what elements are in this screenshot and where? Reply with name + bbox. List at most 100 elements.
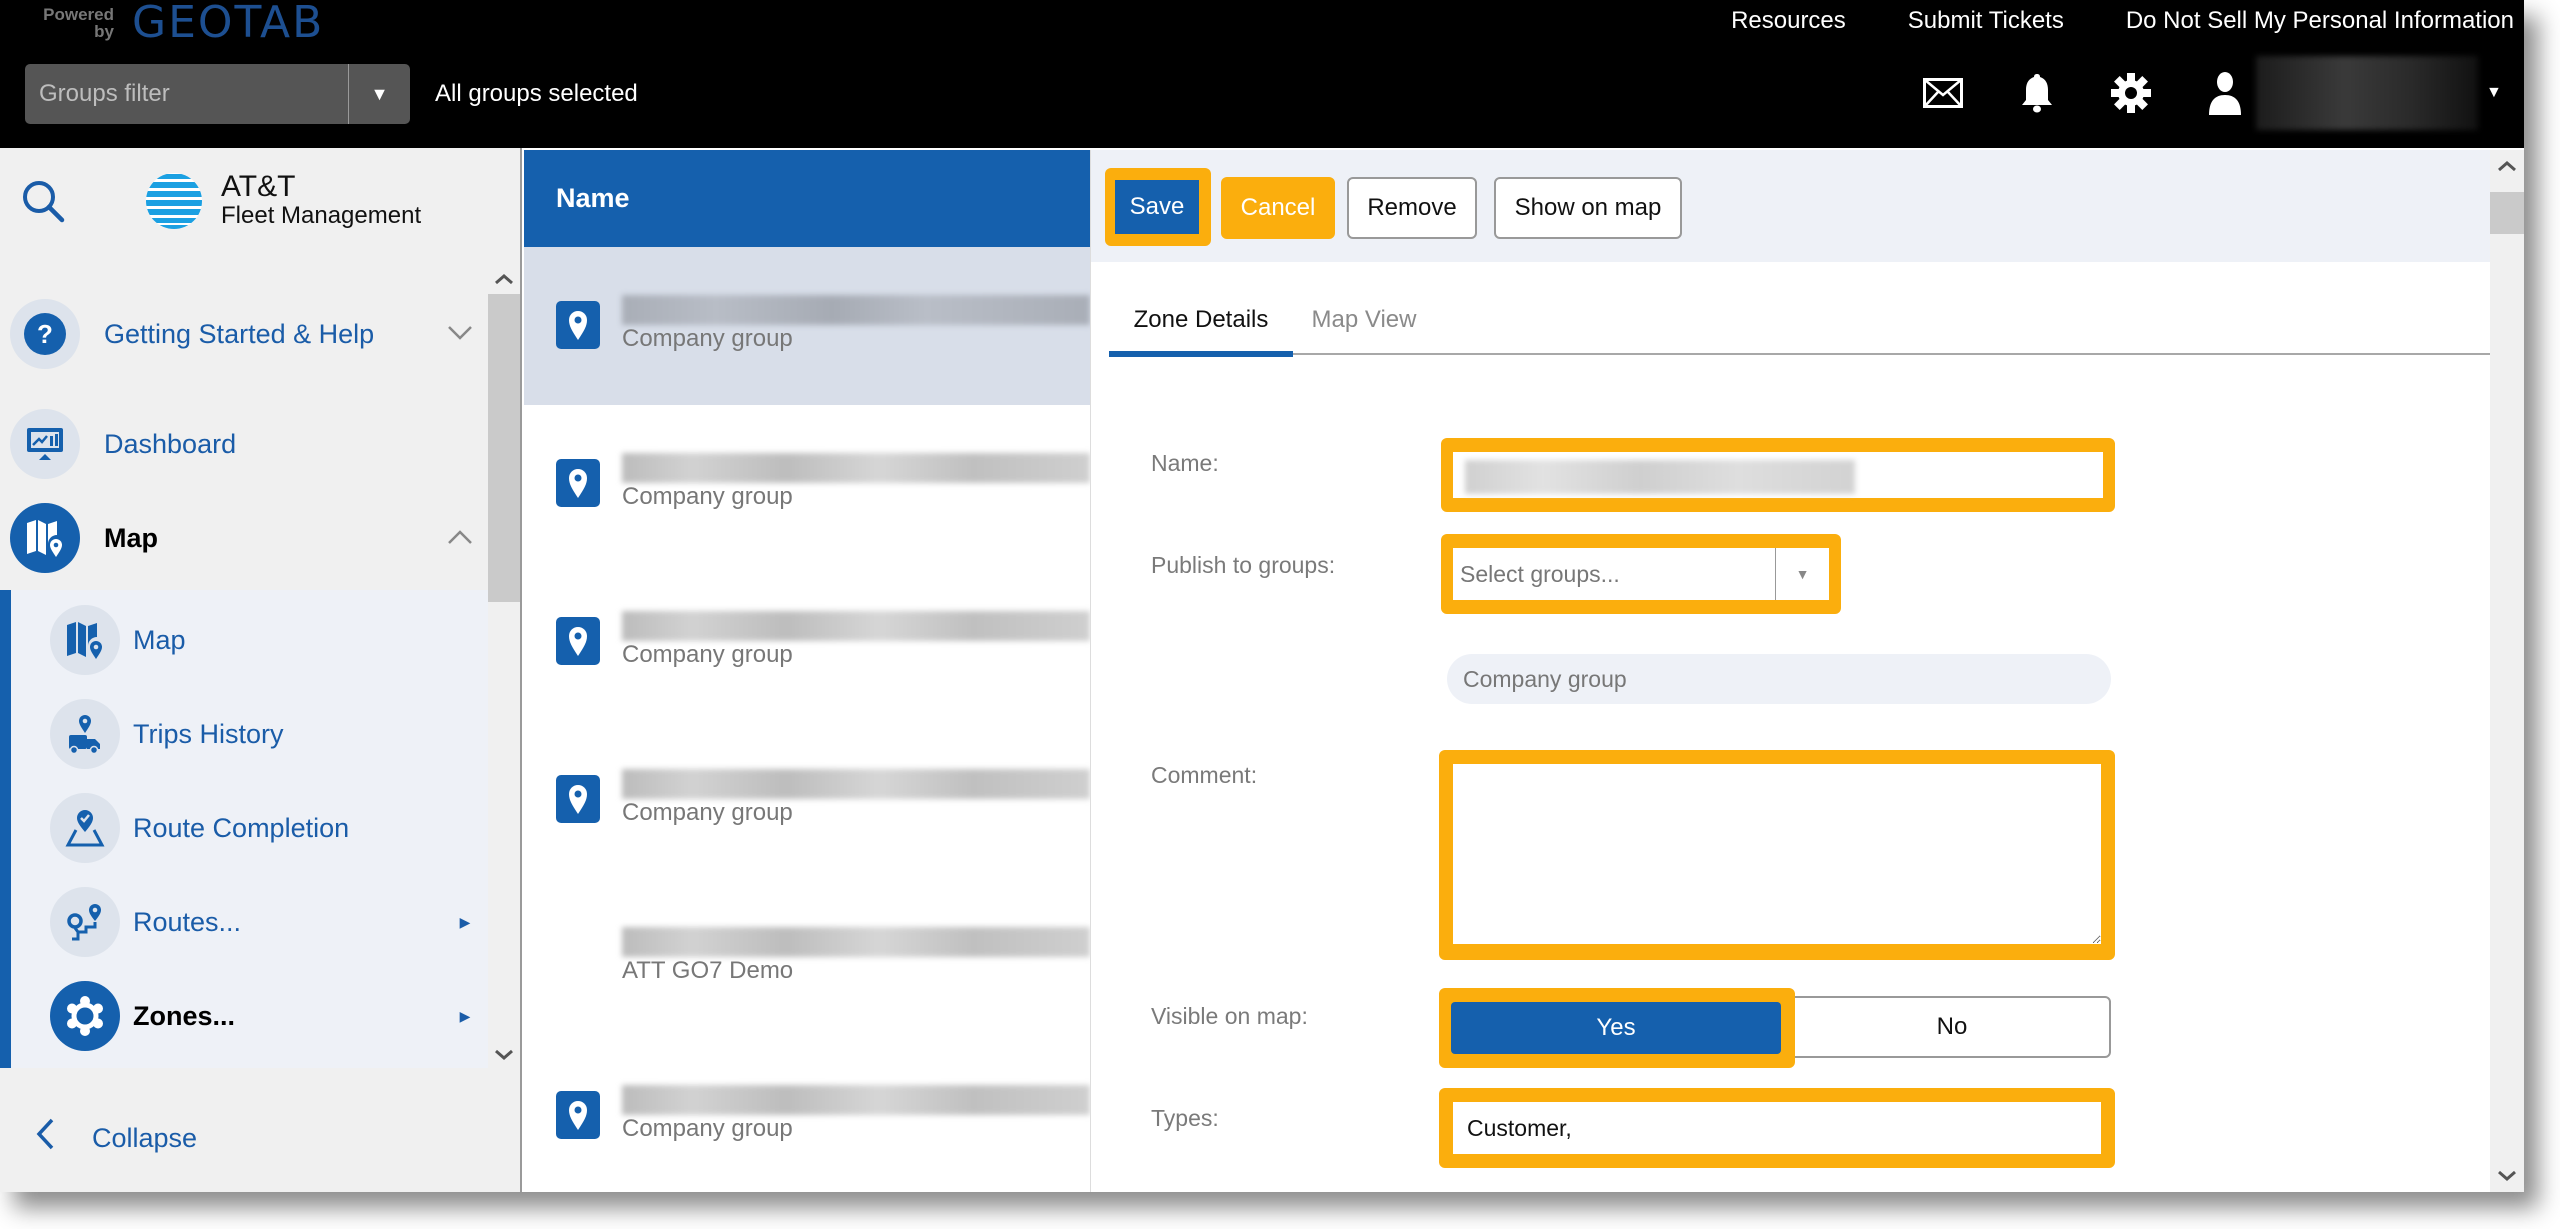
geotab-logo: Powered by GEOTAB [26,0,324,46]
save-button-highlight: Save [1105,168,1211,246]
trips-history-icon [50,699,120,769]
mail-icon[interactable] [1920,70,1966,116]
routes-icon [50,887,120,957]
visible-on-map-label: Visible on map: [1151,1003,1308,1029]
zone-list: Name Company group Company group Company g… [524,150,1090,1192]
list-item[interactable]: ATT GO7 Demo [524,879,1090,1037]
list-item[interactable]: Company group [524,721,1090,879]
chevron-down-icon[interactable]: ▼ [348,64,410,124]
top-links: Resources Submit Tickets Do Not Sell My … [1731,0,2514,42]
gear-icon[interactable] [2108,70,2154,116]
publish-groups-select[interactable]: Select groups... ▼ [1453,548,1829,600]
scroll-down-icon[interactable] [488,1040,520,1070]
sidebar-subitem-route-completion[interactable]: Route Completion [50,788,480,868]
tab-zone-details[interactable]: Zone Details [1109,285,1293,357]
show-on-map-button[interactable]: Show on map [1494,177,1682,239]
zone-name-redacted [622,1085,1090,1115]
submenu-arrow-icon[interactable]: ▶ [450,1008,480,1025]
zone-name-redacted [622,453,1090,483]
zone-group-text: ATT GO7 Demo [622,957,794,984]
zone-detail-panel: Save Cancel Remove Show on map Zone Deta… [1090,150,2491,1192]
sidebar-subitem-routes[interactable]: Routes... ▶ [50,882,480,962]
top-bar: Powered by GEOTAB Groups filter ▼ All gr… [0,0,2524,148]
chevron-down-icon[interactable] [440,320,480,348]
sidebar-item-label: Dashboard [104,428,237,459]
sidebar-scrollbar[interactable] [488,264,520,1070]
detail-scrollbar[interactable] [2490,150,2524,1192]
map-icon [50,605,120,675]
detail-toolbar: Save Cancel Remove Show on map [1091,150,2491,262]
sidebar-item-map[interactable]: Map [10,488,480,588]
scroll-up-icon[interactable] [2490,150,2524,182]
zone-pin-icon [556,459,600,507]
scrollbar-thumb[interactable] [488,294,520,602]
user-name-redacted[interactable] [2256,56,2478,130]
zone-group-text: Company group [622,799,793,826]
route-completion-icon [50,793,120,863]
types-label: Types: [1151,1105,1219,1131]
resources-link[interactable]: Resources [1731,0,1846,42]
sidebar-subitem-label: Routes... [133,906,242,937]
list-item[interactable]: Company group [524,405,1090,563]
zone-group-text: Company group [622,641,793,668]
list-item[interactable]: Company group [524,563,1090,721]
sidebar-subitem-trips-history[interactable]: Trips History [50,694,480,774]
list-item[interactable]: Company group [524,247,1090,405]
scroll-down-icon[interactable] [2490,1160,2524,1192]
name-input[interactable] [1453,452,2103,498]
comment-textarea[interactable] [1453,764,2101,944]
name-label: Name: [1151,450,1219,476]
groups-filter-dropdown[interactable]: Groups filter ▼ [25,64,410,124]
collapse-button[interactable]: Collapse [20,1108,197,1168]
publish-groups-placeholder[interactable]: Select groups... [1453,548,1775,600]
fleet-management-text: Fleet Management [221,202,422,229]
powered-by-text: Powered by [43,5,114,41]
sidebar-subitem-zones[interactable]: Zones... ▶ [50,976,480,1056]
scrollbar-thumb[interactable] [2490,192,2524,234]
cancel-button[interactable]: Cancel [1221,177,1335,239]
zone-name-redacted [622,611,1090,641]
user-icon[interactable] [2202,70,2248,116]
sidebar-item-getting-started[interactable]: ? Getting Started & Help [10,284,480,384]
zone-name-redacted [622,295,1090,325]
do-not-sell-link[interactable]: Do Not Sell My Personal Information [2126,0,2514,42]
user-menu-caret-icon[interactable]: ▼ [2486,84,2502,102]
bell-icon[interactable] [2014,70,2060,116]
visible-no-button[interactable]: No [1795,998,2109,1056]
comment-label: Comment: [1151,762,1258,788]
svg-text:?: ? [37,319,53,349]
zone-group-text: Company group [622,325,793,352]
sidebar-item-dashboard[interactable]: Dashboard [10,394,480,494]
visible-yes-button[interactable]: Yes [1451,1002,1781,1054]
tab-map-view[interactable]: Map View [1309,285,1419,355]
list-item[interactable]: Company group [524,1037,1090,1192]
zone-pin-icon [556,775,600,823]
groups-filter-input[interactable]: Groups filter [25,64,348,124]
chevron-up-icon[interactable] [440,524,480,552]
chevron-down-icon[interactable]: ▼ [1775,548,1829,600]
submenu-arrow-icon[interactable]: ▶ [450,914,480,931]
sidebar-subitem-label: Map [133,624,186,655]
save-button[interactable]: Save [1115,180,1199,234]
app-window: Powered by GEOTAB Groups filter ▼ All gr… [0,0,2524,1192]
chevron-left-icon [20,1117,70,1160]
sidebar-subitem-label: Zones... [133,1000,236,1031]
att-logo-text: AT&T [221,170,296,203]
scroll-up-icon[interactable] [488,264,520,294]
sidebar-subitem-map[interactable]: Map [50,600,480,680]
att-globe-icon [146,173,202,229]
types-input[interactable]: Customer, [1453,1102,2101,1154]
groups-status-text: All groups selected [435,80,638,107]
search-icon[interactable] [20,178,68,226]
sidebar-item-label: Getting Started & Help [104,318,375,349]
list-header-name[interactable]: Name [524,150,1090,247]
zone-group-text: Company group [622,483,793,510]
geotab-wordmark: GEOTAB [132,0,325,48]
remove-button[interactable]: Remove [1347,177,1477,239]
submit-tickets-link[interactable]: Submit Tickets [1908,0,2064,42]
sidebar-subitem-label: Trips History [133,718,284,749]
zone-name-redacted [622,927,1090,957]
selected-group-chip[interactable]: Company group [1447,654,2111,704]
zone-group-text: Company group [622,1115,793,1142]
name-field-highlight [1441,438,2115,512]
